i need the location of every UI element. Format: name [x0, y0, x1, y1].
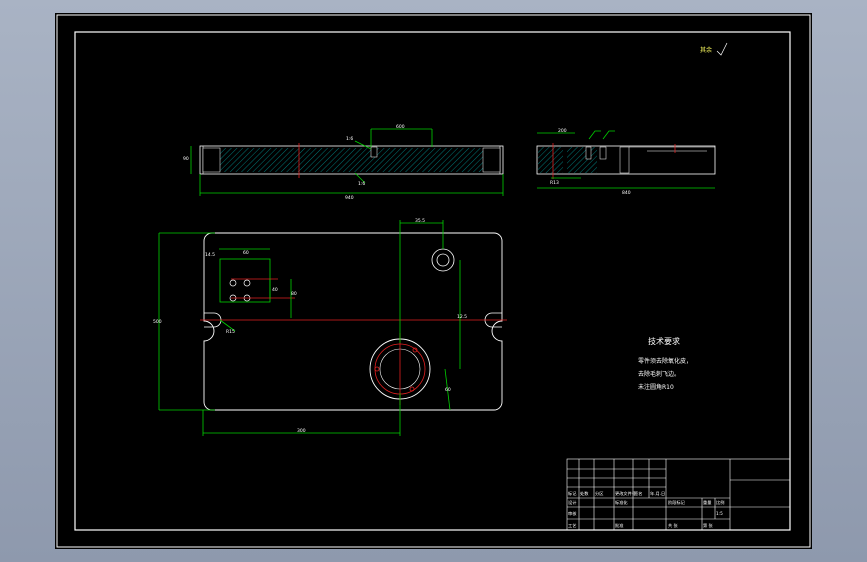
svg-text:第 张: 第 张	[703, 522, 714, 529]
svg-text:比例: 比例	[716, 499, 724, 506]
surface-roughness-mark: 其余	[700, 42, 728, 56]
svg-text:60: 60	[445, 387, 451, 393]
svg-text:标记: 标记	[568, 490, 577, 497]
svg-text:90: 90	[183, 156, 189, 162]
svg-text:1:6: 1:6	[358, 181, 365, 187]
svg-text:14.5: 14.5	[205, 252, 215, 258]
svg-text:重量: 重量	[703, 499, 711, 506]
svg-text:设计: 设计	[568, 499, 576, 506]
svg-text:处数: 处数	[580, 490, 589, 497]
svg-text:35.5: 35.5	[415, 218, 425, 224]
svg-text:标准化: 标准化	[615, 499, 628, 506]
svg-text:去除毛刺飞边。: 去除毛刺飞边。	[638, 370, 680, 378]
svg-text:R15: R15	[226, 329, 235, 335]
svg-text:批准: 批准	[615, 522, 623, 529]
svg-text:600: 600	[396, 124, 405, 130]
svg-text:1:6: 1:6	[346, 136, 353, 142]
side-section-view: 200 840 R13	[536, 128, 716, 196]
plan-view: 500 300 35.5 12.5 60 14.5 60 40 80 R15	[153, 218, 507, 436]
svg-text:500: 500	[153, 319, 162, 325]
svg-text:200: 200	[558, 128, 567, 134]
svg-text:签名: 签名	[634, 490, 642, 497]
front-section-view: 600 90 940 1:6 1:6	[183, 124, 504, 201]
svg-text:共 张: 共 张	[668, 522, 679, 529]
cad-viewport[interactable]: 其余 600 90 940 1:6 1:6 200 840 R13 500 30…	[55, 13, 812, 549]
inner-frame	[74, 31, 791, 531]
svg-text:技术要求: 技术要求	[648, 336, 680, 346]
outer-frame	[56, 14, 811, 548]
svg-text:更改文件号: 更改文件号	[615, 490, 636, 497]
svg-text:工艺: 工艺	[568, 523, 576, 528]
svg-text:80: 80	[291, 291, 297, 297]
svg-text:300: 300	[297, 428, 306, 434]
svg-text:12.5: 12.5	[457, 314, 467, 320]
svg-text:60: 60	[243, 250, 249, 256]
svg-text:年.月.日: 年.月.日	[650, 490, 665, 497]
svg-text:零件须去除氧化皮，: 零件须去除氧化皮，	[638, 357, 692, 365]
svg-text:分区: 分区	[595, 490, 603, 497]
drawing-canvas: 其余 600 90 940 1:6 1:6 200 840 R13 500 30…	[56, 14, 811, 548]
svg-text:未注圆角R10: 未注圆角R10	[638, 383, 674, 391]
svg-text:阶段标记: 阶段标记	[668, 499, 686, 506]
svg-text:其余: 其余	[700, 46, 712, 54]
svg-text:40: 40	[272, 287, 278, 293]
svg-text:1:5: 1:5	[716, 511, 723, 516]
svg-text:审核: 审核	[568, 510, 577, 517]
svg-text:940: 940	[345, 195, 354, 201]
svg-text:840: 840	[622, 190, 631, 196]
title-block-text: 标记 处数 分区 更改文件号 签名 年.月.日 设计 标准化 阶段标记 重量 比…	[568, 490, 724, 529]
technical-requirements: 技术要求 零件须去除氧化皮， 去除毛刺飞边。 未注圆角R10	[638, 336, 692, 391]
svg-text:R13: R13	[550, 180, 559, 186]
